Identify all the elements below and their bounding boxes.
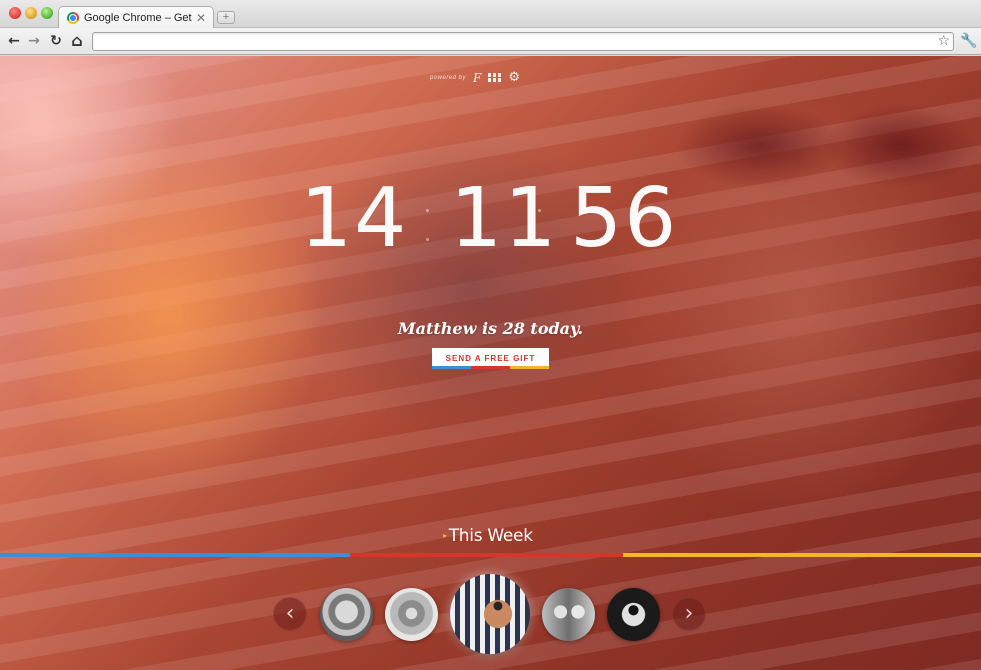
url-input[interactable]: [93, 33, 913, 51]
week-timeline-bar: [0, 553, 981, 557]
top-icon-bar: powered by F ⚙: [430, 71, 520, 85]
clock-hours: 14: [300, 171, 409, 266]
this-week-label: This Week: [448, 526, 533, 546]
new-tab-button[interactable]: +: [217, 11, 235, 24]
friend-avatar[interactable]: [607, 588, 660, 641]
close-window-button[interactable]: [9, 7, 21, 19]
back-arrow-icon[interactable]: ←: [6, 33, 22, 49]
tab-title: Google Chrome – Get a fast: [84, 12, 195, 24]
friend-avatar[interactable]: [542, 588, 595, 641]
window-titlebar: Google Chrome – Get a fast ✕ +: [0, 0, 981, 29]
stripe-red: [471, 366, 510, 369]
timeline-segment-yellow: [623, 553, 981, 557]
forward-arrow-icon[interactable]: →: [26, 33, 42, 49]
friend-avatar[interactable]: [320, 588, 373, 641]
clock: 14 11 56: [300, 174, 685, 264]
triangle-right-icon: ▸: [443, 531, 447, 540]
carousel-prev-button[interactable]: ‹: [273, 597, 307, 631]
stripe-blue: [432, 366, 471, 369]
bookmark-star-icon[interactable]: ☆: [937, 33, 950, 50]
settings-gear-icon[interactable]: ⚙: [508, 71, 520, 84]
minimize-window-button[interactable]: [25, 7, 37, 19]
send-gift-button[interactable]: SEND A FREE GIFT: [432, 348, 549, 369]
home-icon[interactable]: ⌂: [69, 33, 85, 49]
zoom-window-button[interactable]: [41, 7, 53, 19]
apps-grid-icon[interactable]: [488, 73, 502, 83]
clock-minutes: 11: [450, 171, 559, 266]
carousel-next-button[interactable]: ›: [672, 597, 706, 631]
friend-avatar[interactable]: [385, 588, 438, 641]
gift-button-stripe: [432, 366, 549, 369]
tab-close-icon[interactable]: ✕: [195, 11, 207, 25]
this-week-heading[interactable]: ▸ This Week: [443, 526, 533, 546]
friends-carousel: ‹ ›: [0, 574, 981, 654]
wrench-menu-icon[interactable]: 🔧: [960, 33, 977, 49]
clock-separator: [426, 209, 429, 267]
timeline-segment-blue: [0, 553, 350, 557]
new-tab-page: powered by F ⚙ 14 11 56 Matthew is 28 to…: [0, 56, 981, 670]
powered-by-label: powered by: [430, 75, 467, 81]
friend-avatar-selected[interactable]: [450, 574, 530, 654]
stripe-yellow: [510, 366, 549, 369]
timeline-segment-red: [350, 553, 623, 557]
browser-tab[interactable]: Google Chrome – Get a fast ✕: [58, 6, 214, 29]
clock-seconds: 56: [570, 171, 679, 266]
clock-separator: [538, 209, 541, 267]
birthday-message: Matthew is 28 today.: [397, 319, 584, 338]
send-gift-label: SEND A FREE GIFT: [445, 353, 536, 363]
address-bar[interactable]: ☆: [92, 32, 954, 51]
chrome-favicon-icon: [67, 12, 79, 24]
reload-icon[interactable]: ↻: [48, 33, 64, 49]
brand-logo-icon[interactable]: F: [473, 72, 481, 84]
browser-toolbar: ← → ↻ ⌂ ☆ 🔧: [0, 28, 981, 55]
